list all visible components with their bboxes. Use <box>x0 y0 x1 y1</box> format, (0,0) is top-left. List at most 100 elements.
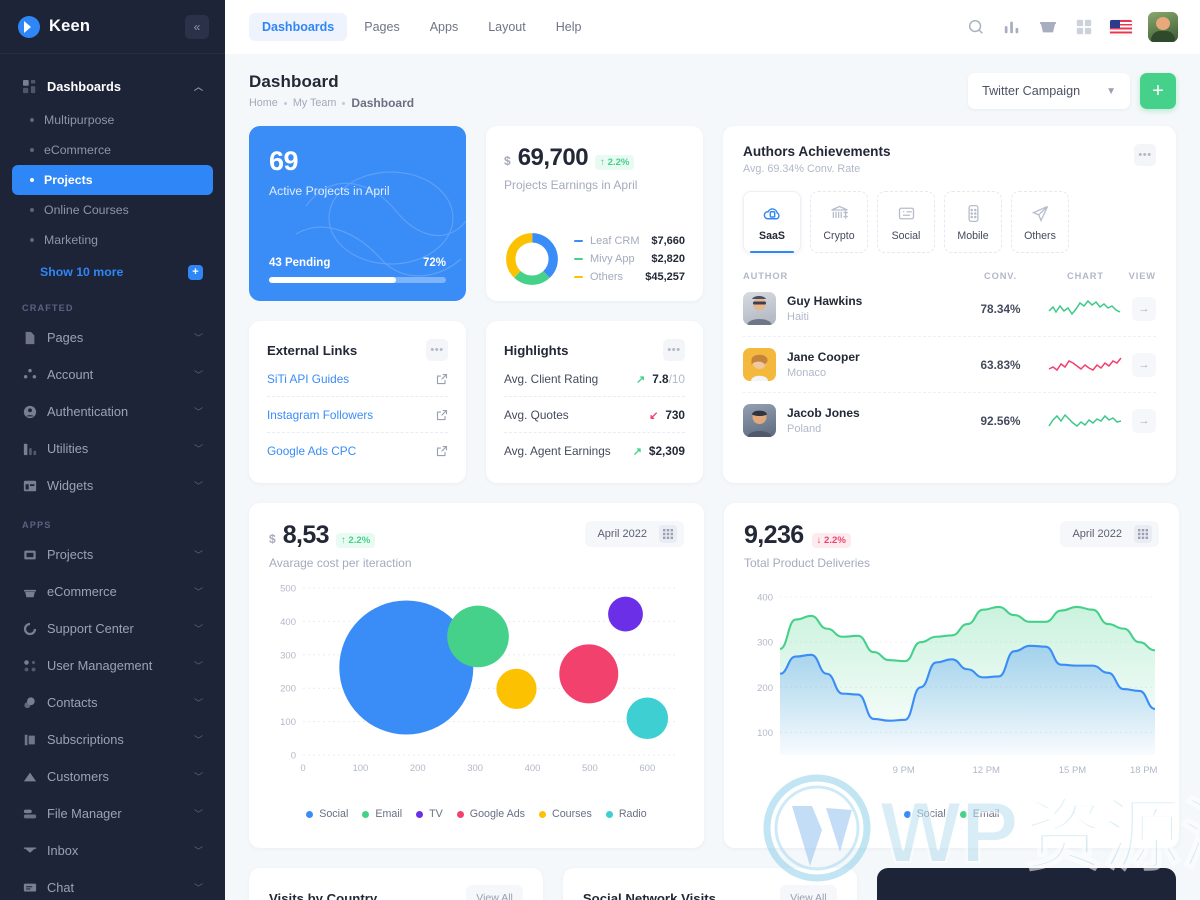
page-header: Dashboard Home My Team Dashboard Twitter… <box>249 54 1176 126</box>
show-more-label: Show 10 more <box>40 265 124 279</box>
plus-icon[interactable]: + <box>188 264 203 280</box>
area-card-title-group: 9,236 ↓ 2.2% Total Product Deliveries <box>744 521 870 570</box>
delta-value: 2.2% <box>348 535 371 546</box>
highlight-label: Avg. Client Rating <box>504 372 599 386</box>
us-flag-icon[interactable] <box>1110 19 1132 35</box>
list-item[interactable]: Instagram Followers <box>267 397 448 433</box>
campaign-select[interactable]: Twitter Campaign ▼ <box>968 73 1130 109</box>
sidebar-subitem-label: eCommerce <box>44 143 111 157</box>
sidebar-item-subscriptions[interactable]: Subscriptions ﹀ <box>12 721 213 758</box>
sidebar-item-user-management[interactable]: User Management ﹀ <box>12 647 213 684</box>
sidebar-item-file-manager[interactable]: File Manager ﹀ <box>12 795 213 832</box>
dots-icon[interactable]: ••• <box>1134 144 1156 166</box>
sidebar-subitem-label: Multipurpose <box>44 113 115 127</box>
legend-label: Email <box>375 808 403 820</box>
dashboard-row-1: 69 Active Projects in April 43 Pending 7… <box>249 126 1176 483</box>
dots-icon[interactable]: ••• <box>663 339 685 361</box>
avatar[interactable] <box>1148 12 1178 42</box>
column-middle: $ 69,700 ↑ 2.2% Projects Earnings in Apr… <box>486 126 703 483</box>
sidebar-show-more-button[interactable]: Show 10 more + <box>12 257 213 287</box>
breadcrumb-my-team[interactable]: My Team <box>293 97 337 109</box>
view-all-button[interactable]: View All <box>466 885 523 900</box>
dots-icon[interactable]: ••• <box>426 339 448 361</box>
month-selector[interactable]: April 2022 <box>585 521 684 547</box>
legend-item: Email <box>959 808 999 820</box>
sidebar-subitem-online-courses[interactable]: Online Courses <box>12 195 213 225</box>
topnav-dashboards[interactable]: Dashboards <box>249 13 348 41</box>
legend-swatch <box>959 810 967 818</box>
month-selector[interactable]: April 2022 <box>1060 521 1159 547</box>
list-item[interactable]: Google Ads CPC <box>267 433 448 468</box>
tab-mobile[interactable]: Mobile <box>944 191 1002 253</box>
search-icon[interactable] <box>966 17 986 37</box>
area-card-header: 9,236 ↓ 2.2% Total Product Deliveries Ap… <box>744 521 1159 570</box>
tab-social[interactable]: Social <box>877 191 935 253</box>
sidebar-collapse-button[interactable]: « <box>185 14 209 39</box>
external-link-label: SiTi API Guides <box>267 372 350 386</box>
chevron-down-icon: ﹀ <box>193 370 203 380</box>
sidebar-subitem-multipurpose[interactable]: Multipurpose <box>12 105 213 135</box>
bar-chart-icon[interactable] <box>1002 17 1022 37</box>
sidebar-item-customers[interactable]: Customers ﹀ <box>12 758 213 795</box>
sidebar-item-inbox[interactable]: Inbox ﹀ <box>12 832 213 869</box>
sidebar-item-pages[interactable]: Pages ﹀ <box>12 319 213 356</box>
topnav-pages[interactable]: Pages <box>351 13 412 41</box>
tab-others[interactable]: Others <box>1011 191 1069 253</box>
sidebar-item-label: User Management <box>47 658 153 673</box>
arrow-right-icon[interactable]: → <box>1132 408 1156 433</box>
dark-promo-card <box>876 868 1177 900</box>
trend-up-icon: ↗ <box>635 373 646 386</box>
chevron-up-icon: ︿ <box>193 82 203 92</box>
sidebar-item-account[interactable]: Account ﹀ <box>12 356 213 393</box>
list-item[interactable]: SiTi API Guides <box>267 361 448 397</box>
legend-item: Social <box>306 808 348 820</box>
column-header-conv: CONV. <box>983 271 1018 281</box>
legend-swatch <box>903 810 911 818</box>
sidebar-item-authentication[interactable]: Authentication ﹀ <box>12 393 213 430</box>
breadcrumb-home[interactable]: Home <box>249 97 278 109</box>
sidebar-item-widgets[interactable]: Widgets ﹀ <box>12 467 213 504</box>
dashboard-row-2: $ 8,53 ↑ 2.2% Avarage cost per iteractio… <box>249 503 1179 848</box>
mobile-icon <box>967 204 979 222</box>
basket-icon[interactable] <box>1038 17 1058 37</box>
topnav-help[interactable]: Help <box>543 13 595 41</box>
delta-arrow: ↑ <box>340 535 346 546</box>
sidebar-item-dashboards[interactable]: Dashboards ︿ <box>12 68 213 105</box>
sidebar-item-contacts[interactable]: Contacts ﹀ <box>12 684 213 721</box>
legend-swatch <box>306 810 314 818</box>
topnav-apps[interactable]: Apps <box>417 13 472 41</box>
highlight-label: Avg. Quotes <box>504 408 569 422</box>
chevron-down-icon: ﹀ <box>193 772 203 782</box>
sidebar-item-support-center[interactable]: Support Center ﹀ <box>12 610 213 647</box>
chevron-down-icon: ﹀ <box>193 735 203 745</box>
chat-icon <box>22 880 37 895</box>
sidebar-subitem-projects[interactable]: Projects <box>12 165 213 195</box>
sidebar-subitem-marketing[interactable]: Marketing <box>12 225 213 255</box>
chevron-down-icon: ﹀ <box>193 481 203 491</box>
account-icon <box>22 367 37 382</box>
sidebar-item-utilities[interactable]: Utilities ﹀ <box>12 430 213 467</box>
area-chart-legend: Social Email <box>744 808 1159 820</box>
sidebar-item-projects-app[interactable]: Projects ﹀ <box>12 536 213 573</box>
view-all-button[interactable]: View All <box>780 885 837 900</box>
delta-value: 2.2% <box>607 157 630 168</box>
arrow-right-icon[interactable]: → <box>1132 352 1156 377</box>
topnav-layout[interactable]: Layout <box>475 13 539 41</box>
list-item: Leaf CRM $7,660 <box>574 235 685 247</box>
sidebar-item-ecommerce-app[interactable]: eCommerce ﹀ <box>12 573 213 610</box>
bubble-chart-card: $ 8,53 ↑ 2.2% Avarage cost per iteractio… <box>249 503 704 848</box>
apps-grid-icon[interactable] <box>1074 17 1094 37</box>
legend-label: Courses <box>552 808 592 820</box>
conversion-value: 92.56% <box>980 413 1021 428</box>
sidebar-subitem-ecommerce[interactable]: eCommerce <box>12 135 213 165</box>
svg-text:400: 400 <box>525 763 541 774</box>
arrow-right-icon[interactable]: → <box>1132 296 1156 321</box>
book-icon <box>22 732 37 747</box>
bubble-email <box>447 605 509 668</box>
sidebar-item-chat[interactable]: Chat ﹀ <box>12 869 213 900</box>
add-button[interactable]: + <box>1140 73 1176 109</box>
active-projects-card: 69 Active Projects in April 43 Pending 7… <box>249 126 466 301</box>
tab-saas[interactable]: SaaS <box>743 191 801 253</box>
sidebar-menu: Dashboards ︿ Multipurpose eCommerce Proj… <box>0 54 225 900</box>
tab-crypto[interactable]: Crypto <box>810 191 868 253</box>
